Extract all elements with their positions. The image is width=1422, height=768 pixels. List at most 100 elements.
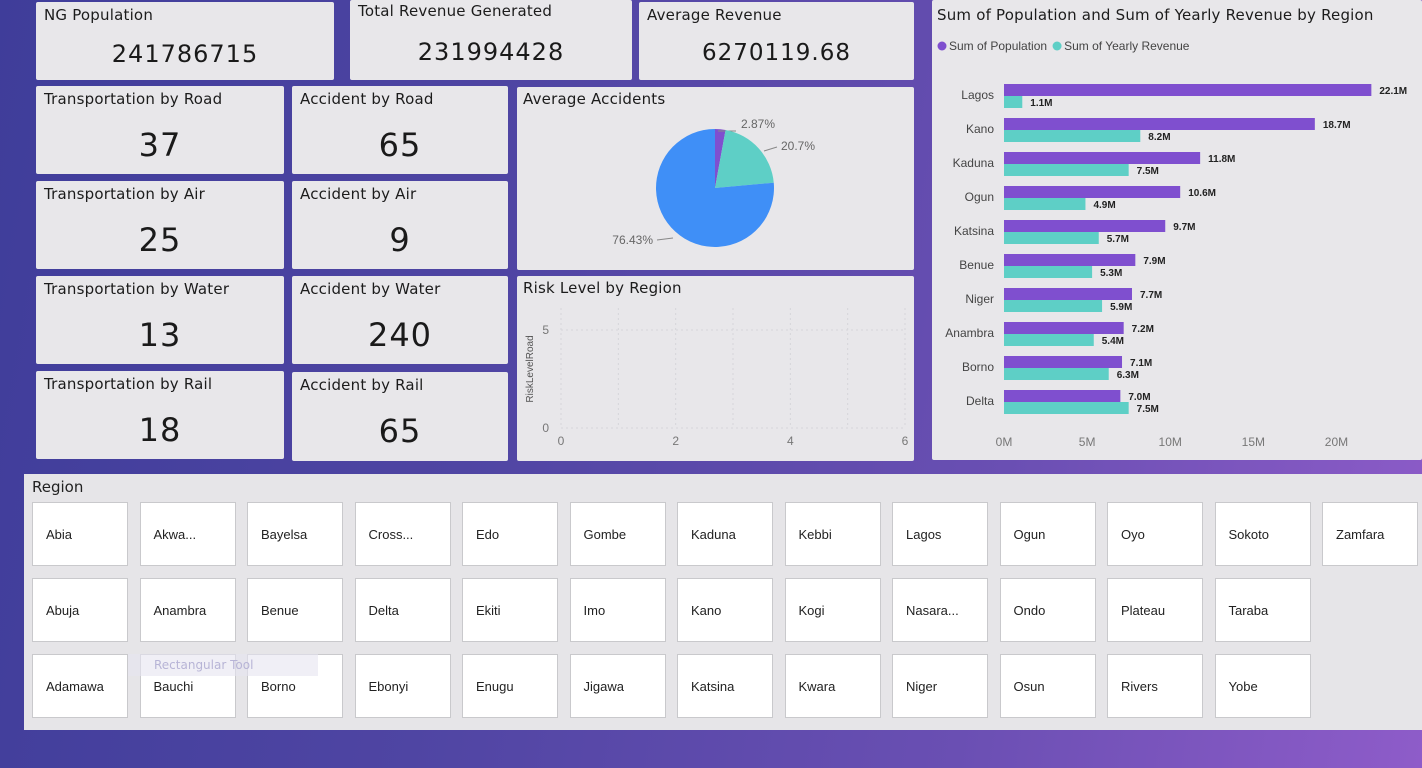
kpi-transport-air[interactable]: Transportation by Air 25: [36, 181, 284, 269]
region-button[interactable]: Rivers: [1107, 654, 1203, 718]
legend-label: Sum of Yearly Revenue: [1064, 39, 1190, 53]
data-label: 6.3M: [1117, 370, 1139, 381]
data-label: 7.5M: [1137, 166, 1159, 177]
bar: [1004, 164, 1129, 176]
region-button[interactable]: Abia: [32, 502, 128, 566]
data-label: 10.6M: [1188, 188, 1216, 199]
pie-chart-card[interactable]: Average Accidents 2.87% 20.7% 76.43%: [517, 87, 914, 270]
region-button[interactable]: Edo: [462, 502, 558, 566]
kpi-accident-road[interactable]: Accident by Road 65: [292, 86, 508, 174]
x-tick-label: 10M: [1159, 435, 1182, 449]
kpi-total-revenue[interactable]: Total Revenue Generated 231994428: [350, 0, 632, 80]
kpi-transport-road[interactable]: Transportation by Road 37: [36, 86, 284, 174]
x-tick-label: 20M: [1325, 435, 1348, 449]
region-button[interactable]: Delta: [354, 578, 451, 642]
bar: [1004, 186, 1181, 198]
kpi-title: Average Revenue: [647, 6, 782, 24]
region-button[interactable]: Anambra: [139, 578, 236, 642]
region-button[interactable]: Enugu: [462, 654, 558, 718]
data-label: 5.3M: [1100, 268, 1122, 279]
kpi-value: 37: [138, 126, 182, 164]
region-button[interactable]: Lagos: [892, 502, 988, 566]
region-button[interactable]: Kano: [677, 578, 773, 642]
kpi-value: 13: [138, 316, 182, 354]
region-button[interactable]: Ekiti: [462, 578, 558, 642]
bar: [1004, 334, 1094, 346]
pie-chart: 2.87% 20.7% 76.43%: [612, 117, 815, 248]
region-button[interactable]: Taraba: [1214, 578, 1311, 642]
kpi-title: Total Revenue Generated: [358, 2, 553, 20]
kpi-title: NG Population: [44, 6, 154, 24]
region-button[interactable]: Katsina: [677, 654, 773, 718]
region-button[interactable]: Ogun: [999, 502, 1096, 566]
data-label: 7.0M: [1128, 392, 1150, 403]
kpi-transport-water[interactable]: Transportation by Water 13: [36, 276, 284, 364]
bar: [1004, 402, 1129, 414]
region-button[interactable]: Bayelsa: [247, 502, 343, 566]
x-tick-label: 2: [672, 434, 679, 448]
region-button[interactable]: Kaduna: [677, 502, 773, 566]
region-button[interactable]: Oyo: [1107, 502, 1203, 566]
region-button[interactable]: Zamfara: [1322, 502, 1418, 566]
x-tick-label: 0M: [996, 435, 1013, 449]
category-label: Anambra: [945, 326, 994, 340]
region-button[interactable]: Benue: [247, 578, 343, 642]
data-label: 7.5M: [1137, 404, 1159, 415]
x-tick-label: 15M: [1242, 435, 1265, 449]
kpi-accident-air[interactable]: Accident by Air 9: [292, 181, 508, 269]
region-button[interactable]: Ondo: [999, 578, 1096, 642]
kpi-title: Transportation by Water: [44, 280, 230, 298]
region-button[interactable]: Nasara...: [892, 578, 988, 642]
region-button[interactable]: Akwa...: [139, 502, 236, 566]
bar-chart: Sum of Population Sum of Yearly Revenue La…: [937, 39, 1407, 449]
region-button[interactable]: Cross...: [354, 502, 451, 566]
data-label: 11.8M: [1208, 154, 1235, 165]
region-button[interactable]: Plateau: [1107, 578, 1203, 642]
bar: [1004, 232, 1099, 244]
category-label: Lagos: [961, 88, 994, 102]
region-button[interactable]: Ebonyi: [354, 654, 451, 718]
x-tick-label: 4: [787, 434, 794, 448]
kpi-title: Accident by Water: [300, 280, 441, 298]
x-tick-label: 6: [902, 434, 909, 448]
kpi-accident-water[interactable]: Accident by Water 240: [292, 276, 508, 364]
bar-chart-card[interactable]: Sum of Population and Sum of Yearly Reve…: [932, 0, 1422, 460]
region-button[interactable]: Jigawa: [569, 654, 666, 718]
region-button[interactable]: Yobe: [1214, 654, 1311, 718]
region-button[interactable]: Kebbi: [784, 502, 881, 566]
pie-slice-label: 20.7%: [781, 139, 815, 153]
bar: [1004, 198, 1086, 210]
region-button[interactable]: Niger: [892, 654, 988, 718]
region-button[interactable]: Osun: [999, 654, 1096, 718]
kpi-value: 6270119.68: [701, 40, 851, 66]
kpi-title: Transportation by Road: [44, 90, 223, 108]
scatter-chart-card[interactable]: Risk Level by Region 0 2 4 6 0 5 RiskLevelRoad: [517, 276, 914, 461]
kpi-title: Transportation by Rail: [44, 375, 213, 393]
data-label: 7.1M: [1130, 358, 1152, 369]
kpi-average-revenue[interactable]: Average Revenue 6270119.68: [639, 2, 914, 80]
category-label: Ogun: [965, 190, 994, 204]
region-button[interactable]: Kogi: [784, 578, 881, 642]
kpi-transport-rail[interactable]: Transportation by Rail 18: [36, 371, 284, 459]
kpi-value: 65: [378, 126, 422, 164]
region-button[interactable]: Gombe: [569, 502, 666, 566]
kpi-value: 18: [138, 411, 182, 449]
kpi-value: 25: [138, 221, 182, 259]
kpi-accident-rail[interactable]: Accident by Rail 65: [292, 372, 508, 461]
region-button[interactable]: Adamawa: [32, 654, 128, 718]
bar: [1004, 254, 1136, 266]
data-label: 1.1M: [1030, 98, 1052, 109]
bar: [1004, 356, 1123, 368]
scatter-chart: 0 2 4 6 0 5 RiskLevelRoad: [525, 308, 909, 448]
region-button[interactable]: Imo: [569, 578, 666, 642]
bar: [1004, 220, 1166, 232]
kpi-ng-population[interactable]: NG Population 241786715: [36, 2, 334, 80]
kpi-value: 240: [367, 316, 433, 354]
region-button[interactable]: Kwara: [784, 654, 881, 718]
region-button[interactable]: Abuja: [32, 578, 128, 642]
kpi-value: 9: [389, 221, 411, 259]
region-button[interactable]: Sokoto: [1214, 502, 1311, 566]
x-tick-label: 5M: [1079, 435, 1096, 449]
pie-leader-line: [763, 146, 778, 152]
data-label: 9.7M: [1173, 222, 1195, 233]
